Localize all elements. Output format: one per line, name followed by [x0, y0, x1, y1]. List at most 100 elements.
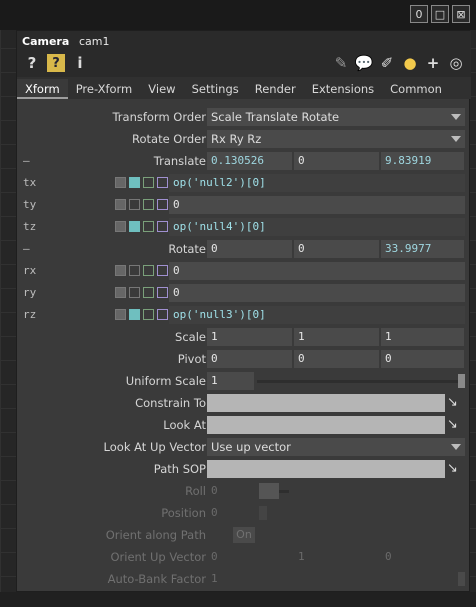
scale-z-field[interactable]: 1: [381, 328, 465, 346]
close-button[interactable]: ⊠: [452, 5, 470, 23]
translate-y-field[interactable]: 0: [294, 152, 380, 170]
pivot-z-field[interactable]: 0: [381, 350, 465, 368]
param-label: Orient along Path: [105, 528, 206, 542]
op-type-label: Camera: [22, 35, 70, 48]
python-help-icon[interactable]: ?: [47, 54, 65, 72]
info-icon[interactable]: i: [71, 54, 89, 72]
pivot-x-field[interactable]: 0: [207, 350, 293, 368]
scale-x-field[interactable]: 1: [207, 328, 293, 346]
uniform-scale-slider-knob[interactable]: [458, 374, 465, 388]
param-label: Look At Up Vector: [103, 440, 206, 454]
ry-value-field[interactable]: 0: [169, 284, 465, 302]
look-at-field[interactable]: [207, 416, 445, 434]
tx-row: tx op('null2')[0]: [17, 173, 471, 193]
zero-button[interactable]: 0: [410, 5, 428, 23]
maximize-button[interactable]: □: [431, 5, 449, 23]
orient-up-vector-row: Orient Up Vector 0 1 0: [17, 547, 471, 567]
pencil-icon[interactable]: ✎: [332, 54, 350, 72]
tab-common[interactable]: Common: [382, 79, 450, 99]
window-titlebar: 0 □ ⊠: [0, 0, 476, 30]
python-icon[interactable]: ●: [401, 54, 419, 72]
path-sop-field[interactable]: [207, 460, 445, 478]
uniform-scale-slider[interactable]: [257, 380, 465, 383]
rotate-order-menu[interactable]: Rx Ry Rz: [207, 130, 465, 148]
help-icon[interactable]: ?: [23, 54, 41, 72]
param-label: ty: [23, 198, 37, 211]
mode-buttons[interactable]: [115, 265, 168, 276]
op-name-field[interactable]: cam1: [79, 35, 110, 48]
roll-slider-knob: [259, 483, 279, 499]
comment-icon[interactable]: 💬: [355, 54, 374, 72]
rz-row: rz op('null3')[0]: [17, 305, 471, 325]
rx-row: rx 0: [17, 261, 471, 281]
look-at-row: Look At ↘: [17, 415, 471, 435]
add-icon[interactable]: +: [424, 54, 442, 72]
param-label: Transform Order: [112, 110, 206, 124]
tz-row: tz op('null4')[0]: [17, 217, 471, 237]
ty-value-field[interactable]: 0: [169, 196, 465, 214]
mode-buttons[interactable]: [115, 309, 168, 320]
param-label: Scale: [175, 330, 206, 344]
uniform-scale-row: Uniform Scale 1: [17, 371, 471, 391]
rotate-y-field[interactable]: 0: [294, 240, 380, 258]
tab-extensions[interactable]: Extensions: [304, 79, 382, 99]
tab-xform[interactable]: Xform: [17, 79, 68, 99]
mode-buttons[interactable]: [115, 221, 168, 232]
param-label: rz: [23, 308, 37, 321]
uniform-scale-field[interactable]: 1: [207, 372, 255, 390]
translate-x-field[interactable]: 0.130526: [207, 152, 293, 170]
param-label: Path SOP: [153, 462, 206, 476]
auto-bank-row: Auto-Bank Factor 1: [17, 569, 471, 589]
position-slider-knob: [259, 506, 267, 520]
pivot-y-field[interactable]: 0: [294, 350, 380, 368]
tab-render[interactable]: Render: [247, 79, 304, 99]
translate-z-field[interactable]: 9.83919: [381, 152, 465, 170]
look-at-up-row: Look At Up Vector Use up vector: [17, 437, 471, 457]
tz-expression-field[interactable]: op('null4')[0]: [169, 218, 465, 236]
auto-bank-slider-knob: [458, 572, 465, 586]
position-field: 0: [207, 504, 255, 522]
tab-settings[interactable]: Settings: [184, 79, 247, 99]
param-label: Position: [161, 506, 206, 520]
orient-along-path-row: Orient along Path On: [17, 525, 471, 545]
param-tabs: Xform Pre-Xform View Settings Render Ext…: [17, 77, 471, 99]
browse-arrow-icon[interactable]: ↘: [447, 395, 465, 411]
orient-along-path-toggle: On: [233, 527, 255, 543]
mode-buttons[interactable]: [115, 199, 168, 210]
roll-row: Roll 0: [17, 481, 471, 501]
ry-row: ry 0: [17, 283, 471, 303]
constrain-to-field[interactable]: [207, 394, 445, 412]
parameter-panel: Camera cam1 ? ? i ✎ 💬 ✐ ● + ◎ Xform Pre-…: [16, 30, 471, 592]
roll-slider: [279, 490, 289, 493]
rx-value-field[interactable]: 0: [169, 262, 465, 280]
note-icon[interactable]: ✐: [378, 54, 396, 72]
param-label: rx: [23, 264, 37, 277]
rz-expression-field[interactable]: op('null3')[0]: [169, 306, 465, 324]
param-label: Orient Up Vector: [110, 550, 206, 564]
collapse-toggle[interactable]: —: [23, 242, 30, 255]
panel-header: Camera cam1: [17, 31, 471, 51]
panel-toolbar: ? ? i ✎ 💬 ✐ ● + ◎: [17, 51, 471, 77]
rotate-x-field[interactable]: 0: [207, 240, 293, 258]
transform-order-menu[interactable]: Scale Translate Rotate: [207, 108, 465, 126]
mode-buttons[interactable]: [115, 287, 168, 298]
browse-arrow-icon[interactable]: ↘: [447, 461, 465, 477]
param-label: Auto-Bank Factor: [107, 572, 206, 586]
param-label: tz: [23, 220, 37, 233]
browse-arrow-icon[interactable]: ↘: [447, 417, 465, 433]
transform-order-row: Transform Order Scale Translate Rotate: [17, 107, 471, 127]
target-icon[interactable]: ◎: [447, 54, 465, 72]
collapse-toggle[interactable]: —: [23, 154, 30, 167]
look-at-up-menu[interactable]: Use up vector: [207, 438, 465, 456]
tx-expression-field[interactable]: op('null2')[0]: [169, 174, 465, 192]
constrain-to-row: Constrain To ↘: [17, 393, 471, 413]
param-label: Rotate: [168, 242, 206, 256]
tab-pre-xform[interactable]: Pre-Xform: [68, 79, 141, 99]
rotate-z-field[interactable]: 33.9977: [381, 240, 465, 258]
param-label: Constrain To: [135, 396, 206, 410]
scale-y-field[interactable]: 1: [294, 328, 380, 346]
mode-buttons[interactable]: [115, 177, 168, 188]
orient-up-y-field: 1: [294, 548, 380, 566]
roll-field: 0: [207, 482, 255, 500]
tab-view[interactable]: View: [140, 79, 183, 99]
